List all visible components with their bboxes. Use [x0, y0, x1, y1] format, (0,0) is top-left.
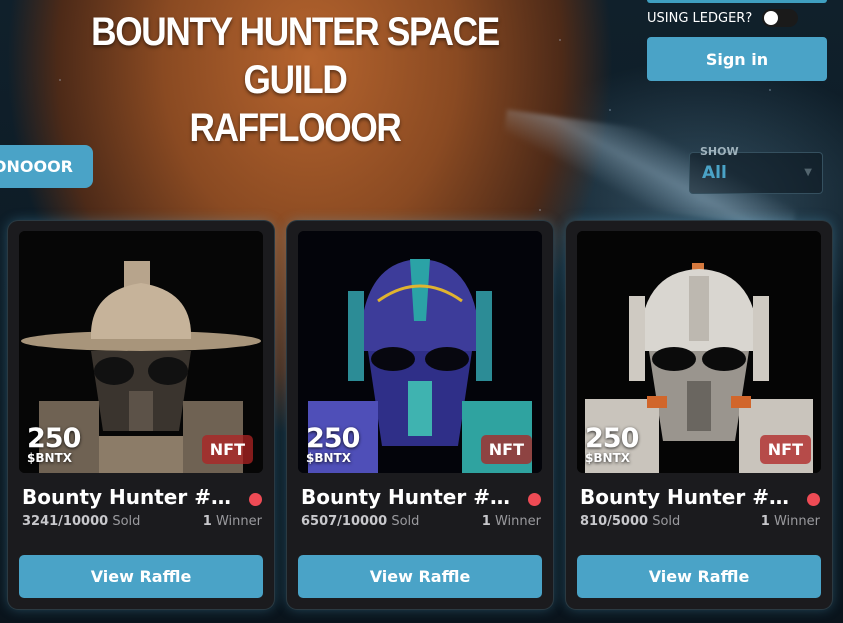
price-value: 250	[306, 423, 360, 454]
ledger-toggle[interactable]	[762, 9, 799, 27]
winner-value: 1	[481, 514, 491, 529]
nft-badge: NFT	[480, 435, 532, 464]
show-filter-select[interactable]: SHOW All ▼	[689, 145, 823, 194]
raffle-card: 250 $BNTX NFT Bounty Hunter #4... 810/50…	[566, 221, 832, 609]
winner-count: 1 Winner	[761, 514, 820, 529]
winner-count: 1 Winner	[482, 514, 541, 529]
nft-badge: NFT	[201, 435, 253, 464]
price-tag: 250 $BNTX	[585, 423, 639, 464]
sold-count: 3241/10000 Sold	[22, 514, 140, 529]
view-raffle-button[interactable]: View Raffle	[577, 555, 821, 598]
raffle-card: 250 $BNTX NFT Bounty Hunter #4... 6507/1…	[287, 221, 553, 609]
chevron-down-icon: ▼	[804, 167, 812, 178]
sold-label: Sold	[112, 514, 141, 529]
card-title: Bounty Hunter #4...	[301, 485, 516, 509]
page-title-line-2: RAFFLOOOR	[189, 106, 401, 150]
sold-count: 6507/10000 Sold	[301, 514, 419, 529]
nft-image[interactable]: 250 $BNTX NFT	[577, 231, 821, 473]
view-raffle-button[interactable]: View Raffle	[298, 555, 542, 598]
show-filter-label: SHOW	[700, 145, 739, 158]
sold-value: 810/5000	[580, 514, 649, 529]
sold-label: Sold	[391, 514, 420, 529]
page-title: BOUNTY HUNTER SPACE GUILD RAFFLOOOR	[71, 8, 520, 152]
top-accent-strip	[647, 0, 827, 3]
price-value: 250	[585, 423, 639, 454]
sold-value: 6507/10000	[301, 514, 388, 529]
winner-label: Winner	[494, 514, 541, 529]
raffle-card: 250 $BNTX NFT Bounty Hunter #4... 3241/1…	[8, 221, 274, 609]
live-status-dot	[807, 493, 820, 506]
winner-value: 1	[760, 514, 770, 529]
sold-value: 3241/10000	[22, 514, 109, 529]
view-raffle-button[interactable]: View Raffle	[19, 555, 263, 598]
winner-count: 1 Winner	[203, 514, 262, 529]
price-tag: 250 $BNTX	[306, 423, 360, 464]
toggle-knob	[764, 11, 779, 25]
card-stats: 810/5000 Sold 1 Winner	[580, 514, 820, 529]
nft-badge: NFT	[759, 435, 811, 464]
price-tag: 250 $BNTX	[27, 423, 81, 464]
ledger-toggle-group: USING LEDGER?	[647, 9, 799, 27]
sign-in-button[interactable]: Sign in	[647, 37, 827, 81]
card-title: Bounty Hunter #4...	[580, 485, 795, 509]
card-title: Bounty Hunter #4...	[22, 485, 237, 509]
nft-image[interactable]: 250 $BNTX NFT	[19, 231, 263, 473]
winner-label: Winner	[773, 514, 820, 529]
sold-count: 810/5000 Sold	[580, 514, 680, 529]
live-status-dot	[528, 493, 541, 506]
price-value: 250	[27, 423, 81, 454]
card-stats: 6507/10000 Sold 1 Winner	[301, 514, 541, 529]
nft-image[interactable]: 250 $BNTX NFT	[298, 231, 542, 473]
show-filter-value: All	[702, 163, 727, 183]
winner-value: 1	[202, 514, 212, 529]
winner-label: Winner	[215, 514, 262, 529]
filter-pill-button[interactable]: ONOOOR	[0, 145, 93, 188]
live-status-dot	[249, 493, 262, 506]
card-stats: 3241/10000 Sold 1 Winner	[22, 514, 262, 529]
page-title-line-1: BOUNTY HUNTER SPACE GUILD	[91, 10, 500, 102]
ledger-label: USING LEDGER?	[647, 10, 753, 26]
sold-label: Sold	[652, 514, 681, 529]
